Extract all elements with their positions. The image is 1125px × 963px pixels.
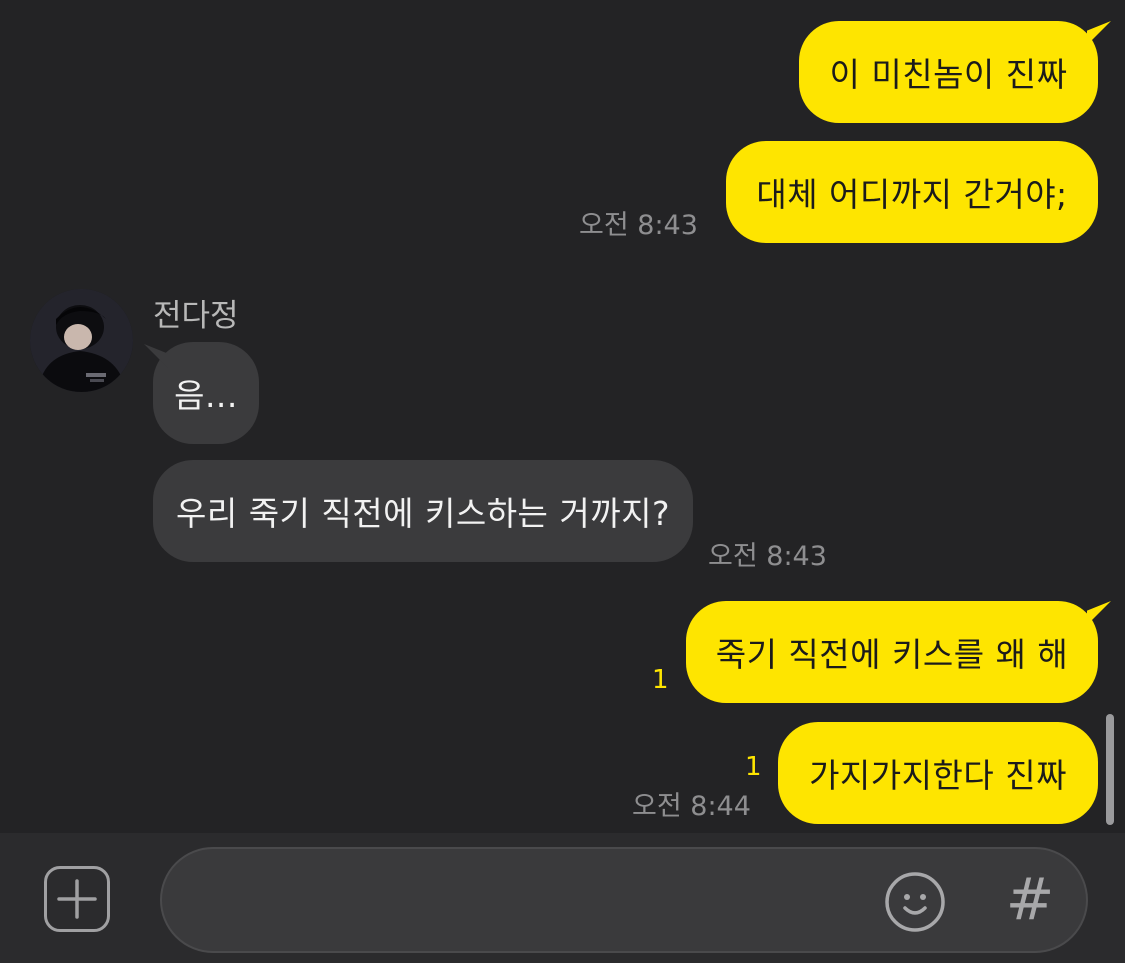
hashtag-icon: # — [1005, 865, 1055, 933]
bubble-tail — [1087, 601, 1111, 625]
message-text: 대체 어디까지 간거야; — [756, 175, 1068, 214]
emoji-icon — [885, 872, 945, 932]
unread-count: 1 — [652, 665, 669, 695]
plus-icon — [57, 879, 97, 919]
message-bubble[interactable]: 죽기 직전에 키스를 왜 해 — [686, 601, 1098, 703]
message-text: 가지가지한다 진짜 — [809, 756, 1067, 795]
message-bubble[interactable]: 대체 어디까지 간거야; — [726, 141, 1098, 243]
message-text: 이 미친놈이 진짜 — [829, 55, 1068, 94]
scrollbar[interactable] — [1106, 714, 1114, 825]
message-bubble[interactable]: 음... — [153, 342, 259, 444]
message-bubble[interactable]: 우리 죽기 직전에 키스하는 거까지? — [153, 460, 693, 562]
message-bubble[interactable]: 가지가지한다 진짜 — [778, 722, 1098, 824]
sender-name: 전다정 — [153, 298, 239, 334]
message-time: 오전 8:43 — [708, 541, 827, 572]
message-time: 오전 8:43 — [579, 210, 698, 241]
message-text: 우리 죽기 직전에 키스하는 거까지? — [175, 494, 670, 533]
message-input[interactable] — [160, 847, 1088, 953]
message-text: 음... — [174, 376, 238, 415]
chat-area: 이 미친놈이 진짜 대체 어디까지 간거야; 오전 8:43 전다정 음... … — [0, 0, 1125, 833]
profile-photo — [30, 289, 133, 392]
message-bubble[interactable]: 이 미친놈이 진짜 — [799, 21, 1098, 123]
plus-button[interactable] — [44, 866, 110, 932]
unread-count: 1 — [745, 752, 762, 782]
bubble-tail — [1087, 21, 1111, 45]
avatar[interactable] — [30, 289, 133, 392]
message-text: 죽기 직전에 키스를 왜 해 — [715, 635, 1069, 674]
hashtag-button[interactable]: # — [998, 864, 1062, 934]
message-time: 오전 8:44 — [632, 791, 751, 822]
emoji-button[interactable] — [883, 870, 947, 934]
